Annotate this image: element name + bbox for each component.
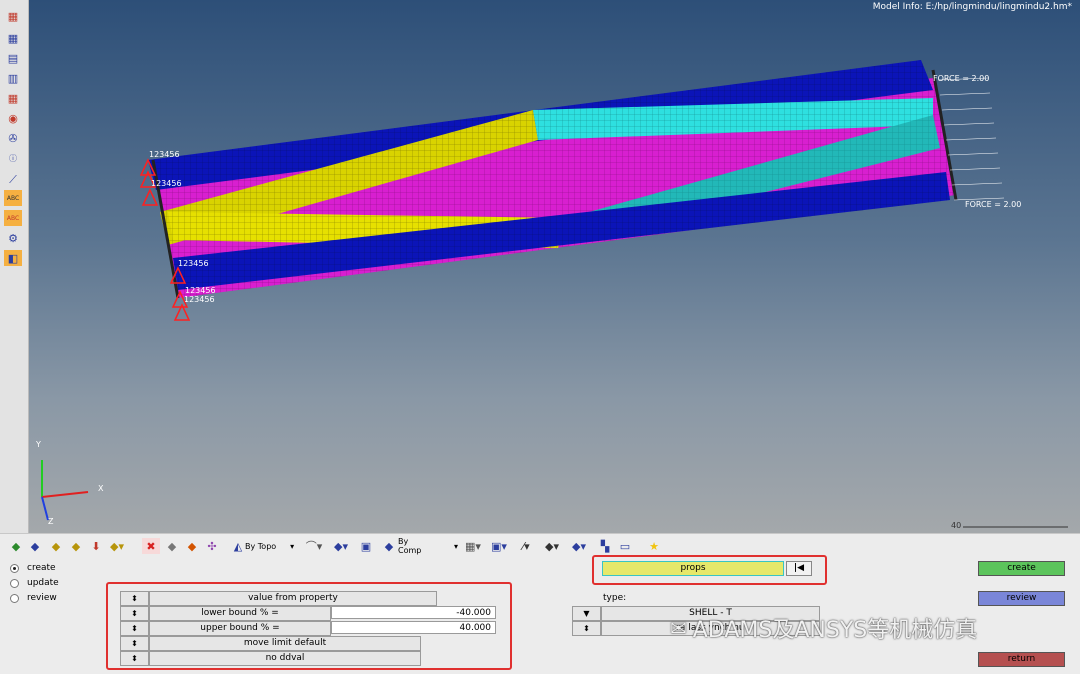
spring-icon[interactable]: ⚙	[4, 230, 22, 246]
by-topo-label: By Topo	[245, 541, 277, 551]
toggle-button[interactable]: ⬍	[120, 636, 149, 651]
load-collector-icon[interactable]: ⬇	[88, 538, 104, 554]
radio-indicator	[10, 578, 19, 588]
shade-icon[interactable]: ◉	[4, 110, 22, 126]
radio-review-label: review	[27, 593, 57, 603]
radio-review[interactable]: review	[10, 593, 57, 603]
collector-icon[interactable]: ◆	[8, 538, 24, 554]
radio-create[interactable]: create	[10, 563, 56, 573]
constraint-label: 123456	[149, 150, 180, 159]
scale-label: 40	[951, 521, 962, 530]
by-comp-select[interactable]: By Comp ▾	[398, 537, 458, 555]
type-sub-toggle[interactable]: ⬍	[572, 621, 601, 636]
upper-bound-input[interactable]: 40.000	[331, 621, 496, 634]
line-icon[interactable]: ⁄▾	[515, 538, 537, 554]
label-abc-icon[interactable]: ABC	[4, 190, 22, 206]
property-icon[interactable]: ◆	[68, 538, 84, 554]
props-collector[interactable]: props	[602, 561, 784, 576]
move-limit-default-toggle[interactable]: move limit default	[149, 636, 421, 651]
mesh-icon[interactable]: ▤	[4, 50, 22, 66]
load-icon[interactable]: ⟋	[4, 172, 22, 188]
component-icon[interactable]: ▦	[4, 8, 22, 24]
axis-y-label: Y	[36, 440, 41, 449]
constraint-label: 123456	[185, 286, 216, 295]
by-topo-select[interactable]: By Topo ▾	[245, 538, 300, 554]
type-label: type:	[603, 593, 627, 603]
constraint-label: 123456	[178, 259, 209, 268]
assembly-icon[interactable]: ◆	[48, 538, 64, 554]
watermark-text: ADAMS及ANSYS等机械仿真	[692, 618, 978, 643]
lower-bound-label[interactable]: lower bound % =	[149, 606, 331, 621]
monitor-icon[interactable]: ▭	[617, 538, 633, 554]
type-select-toggle[interactable]: ▼	[572, 606, 601, 621]
element-icon[interactable]: ▥	[4, 70, 22, 86]
watermark: ✉ ADAMS及ANSYS等机械仿真	[670, 612, 977, 644]
toggle-button[interactable]: ⬍	[120, 591, 149, 606]
no-ddval-toggle[interactable]: no ddval	[149, 651, 421, 666]
plane-icon[interactable]: ◆▾	[541, 538, 563, 554]
left-toolbar: ▦ ▦ ▤ ▥ ▦ ◉ ✇ ⓘ ⟋ ABC ABC ⚙ ◧	[0, 0, 29, 533]
radio-indicator	[10, 593, 19, 603]
toggle-button[interactable]: ⬍	[120, 606, 149, 621]
toggle-button[interactable]: ⬍	[120, 651, 149, 666]
comp-icon[interactable]: ◆	[382, 538, 396, 554]
chevron-down-icon: ▾	[453, 541, 458, 551]
upper-bound-label[interactable]: upper bound % =	[149, 621, 331, 636]
radio-update-label: update	[27, 578, 59, 588]
view-icon[interactable]: ▦	[4, 90, 22, 106]
value-from-property-toggle[interactable]: value from property	[149, 591, 437, 606]
radio-indicator	[10, 563, 19, 573]
color-icon[interactable]: ▚	[597, 538, 613, 554]
connector-icon[interactable]: ✇	[4, 130, 22, 146]
review-button[interactable]: review	[978, 591, 1065, 606]
radio-update[interactable]: update	[10, 578, 59, 588]
label-abc-icon[interactable]: ABC	[4, 210, 22, 226]
solid-icon[interactable]: ▣	[357, 538, 375, 554]
axis-x-label: X	[98, 484, 104, 493]
display-icon[interactable]: ▦	[4, 30, 22, 46]
info-icon[interactable]: ⓘ	[4, 150, 22, 166]
axis-triad	[41, 460, 89, 521]
unmask-icon[interactable]: ◆	[184, 538, 200, 554]
force-label: FORCE = 2.00	[933, 74, 990, 83]
force-label: FORCE = 2.00	[965, 200, 1022, 209]
topo-icon[interactable]: ◭	[231, 538, 245, 554]
create-button[interactable]: create	[978, 561, 1065, 576]
star-icon[interactable]: ★	[646, 538, 662, 554]
mask-icon[interactable]: ◆	[164, 538, 180, 554]
constraint-label: 123456	[184, 295, 215, 304]
return-button[interactable]: return	[978, 652, 1065, 667]
element-display-icon[interactable]: ◆▾	[568, 538, 590, 554]
transform-icon[interactable]: ✣	[204, 538, 220, 554]
main-toolbar: ◆ ◆ ◆ ◆ ⬇ ◆▾ ✖ ◆ ◆ ✣ ◭ By Topo ▾ ⌒▾ ◆▾ ▣ …	[0, 533, 1080, 559]
graphics-viewport[interactable]: Model Info: E:/hp/lingmindu/lingmindu2.h…	[28, 0, 1080, 533]
delete-icon[interactable]: ✖	[142, 538, 160, 554]
axis-z-label: Z	[48, 517, 54, 526]
material-icon[interactable]: ◆▾	[108, 538, 126, 554]
wechat-icon: ✉	[670, 616, 687, 640]
wireframe-icon[interactable]: ▦▾	[462, 538, 484, 554]
surface-display-icon[interactable]: ◆▾	[330, 538, 352, 554]
shaded-icon[interactable]: ▣▾	[488, 538, 510, 554]
by-comp-label: By Comp	[398, 537, 422, 555]
constraint-label: 123456	[151, 179, 182, 188]
radio-create-label: create	[27, 563, 56, 573]
reset-collector-button[interactable]: |◀	[786, 561, 812, 576]
curve-icon[interactable]: ⌒▾	[303, 538, 325, 554]
lower-bound-input[interactable]: -40.000	[331, 606, 496, 619]
chevron-down-icon: ▾	[290, 541, 295, 551]
toggle-button[interactable]: ⬍	[120, 621, 149, 636]
geometry-icon[interactable]: ◆	[27, 538, 43, 554]
surface-icon[interactable]: ◧	[4, 250, 22, 266]
optimization-panel: create update review ⬍ value from proper…	[0, 555, 1080, 674]
